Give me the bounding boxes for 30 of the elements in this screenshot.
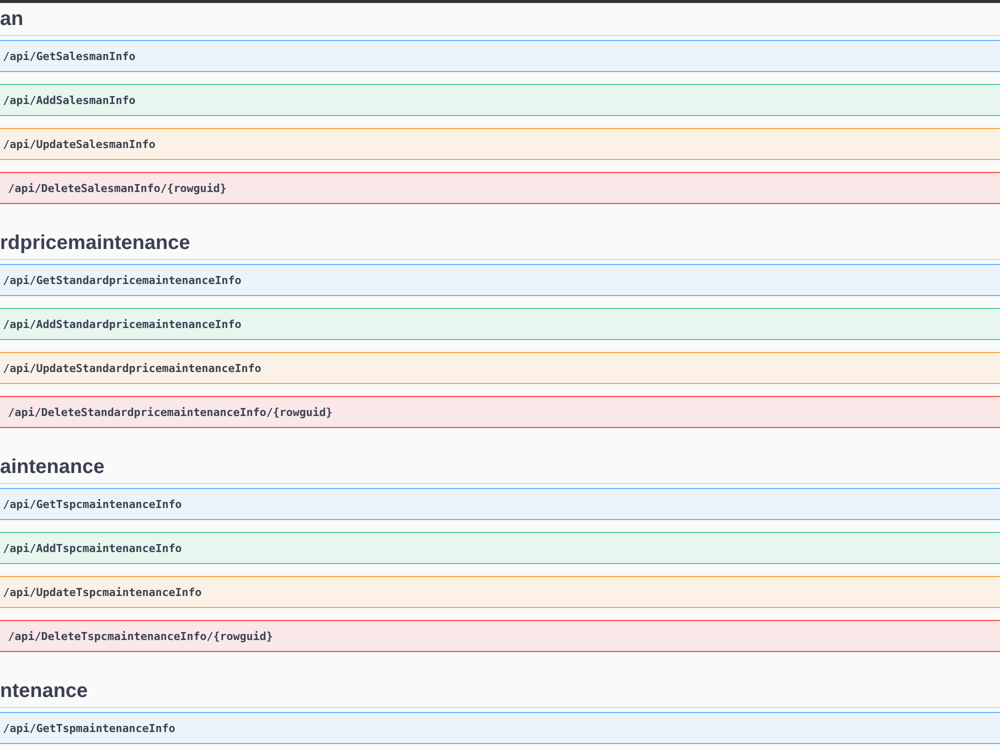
endpoint-row[interactable]: /api/DeleteSalesmanInfo/{rowguid} <box>0 172 1000 204</box>
endpoint-row[interactable]: /api/GetSalesmanInfo <box>0 40 1000 72</box>
endpoint-row[interactable]: /api/DeleteStandardpricemaintenanceInfo/{rowguid} <box>0 396 1000 428</box>
endpoint-row[interactable]: /api/AddStandardpricemaintenanceInfo <box>0 308 1000 340</box>
section-heading[interactable]: aintenance <box>0 440 1000 484</box>
endpoint-row[interactable]: /api/GetStandardpricemaintenanceInfo <box>0 264 1000 296</box>
endpoint-path: /api/AddStandardpricemaintenanceInfo <box>3 318 242 330</box>
endpoint-row[interactable]: /api/AddTspcmaintenanceInfo <box>0 532 1000 564</box>
endpoint-path: /api/GetSalesmanInfo <box>3 50 136 62</box>
endpoint-path: /api/DeleteTspcmaintenanceInfo/{rowguid} <box>8 630 273 642</box>
section-heading[interactable]: rdpricemaintenance <box>0 216 1000 260</box>
endpoint-path: /api/GetTspmaintenanceInfo <box>3 722 176 734</box>
endpoint-path: /api/DeleteStandardpricemaintenanceInfo/{rowguid} <box>8 406 333 418</box>
endpoint-path: /api/AddTspcmaintenanceInfo <box>3 542 182 554</box>
endpoint-row[interactable]: /api/AddSalesmanInfo <box>0 84 1000 116</box>
endpoint-path: /api/GetTspcmaintenanceInfo <box>3 498 182 510</box>
endpoint-path: /api/GetStandardpricemaintenanceInfo <box>3 274 242 286</box>
endpoint-path: /api/UpdateStandardpricemaintenanceInfo <box>3 362 262 374</box>
endpoint-row[interactable]: /api/GetTspmaintenanceInfo <box>0 712 1000 744</box>
endpoint-row[interactable]: /api/UpdateStandardpricemaintenanceInfo <box>0 352 1000 384</box>
endpoint-path: /api/UpdateTspcmaintenanceInfo <box>3 586 202 598</box>
section-heading[interactable]: an <box>0 3 1000 36</box>
endpoint-row[interactable]: /api/DeleteTspcmaintenanceInfo/{rowguid} <box>0 620 1000 652</box>
section-heading[interactable]: ntenance <box>0 664 1000 708</box>
endpoint-path: /api/UpdateSalesmanInfo <box>3 138 156 150</box>
endpoint-row[interactable]: /api/UpdateTspcmaintenanceInfo <box>0 576 1000 608</box>
endpoint-row[interactable]: /api/UpdateSalesmanInfo <box>0 128 1000 160</box>
endpoint-path: /api/AddSalesmanInfo <box>3 94 136 106</box>
endpoint-path: /api/DeleteSalesmanInfo/{rowguid} <box>8 182 227 194</box>
endpoint-row[interactable]: /api/GetTspcmaintenanceInfo <box>0 488 1000 520</box>
